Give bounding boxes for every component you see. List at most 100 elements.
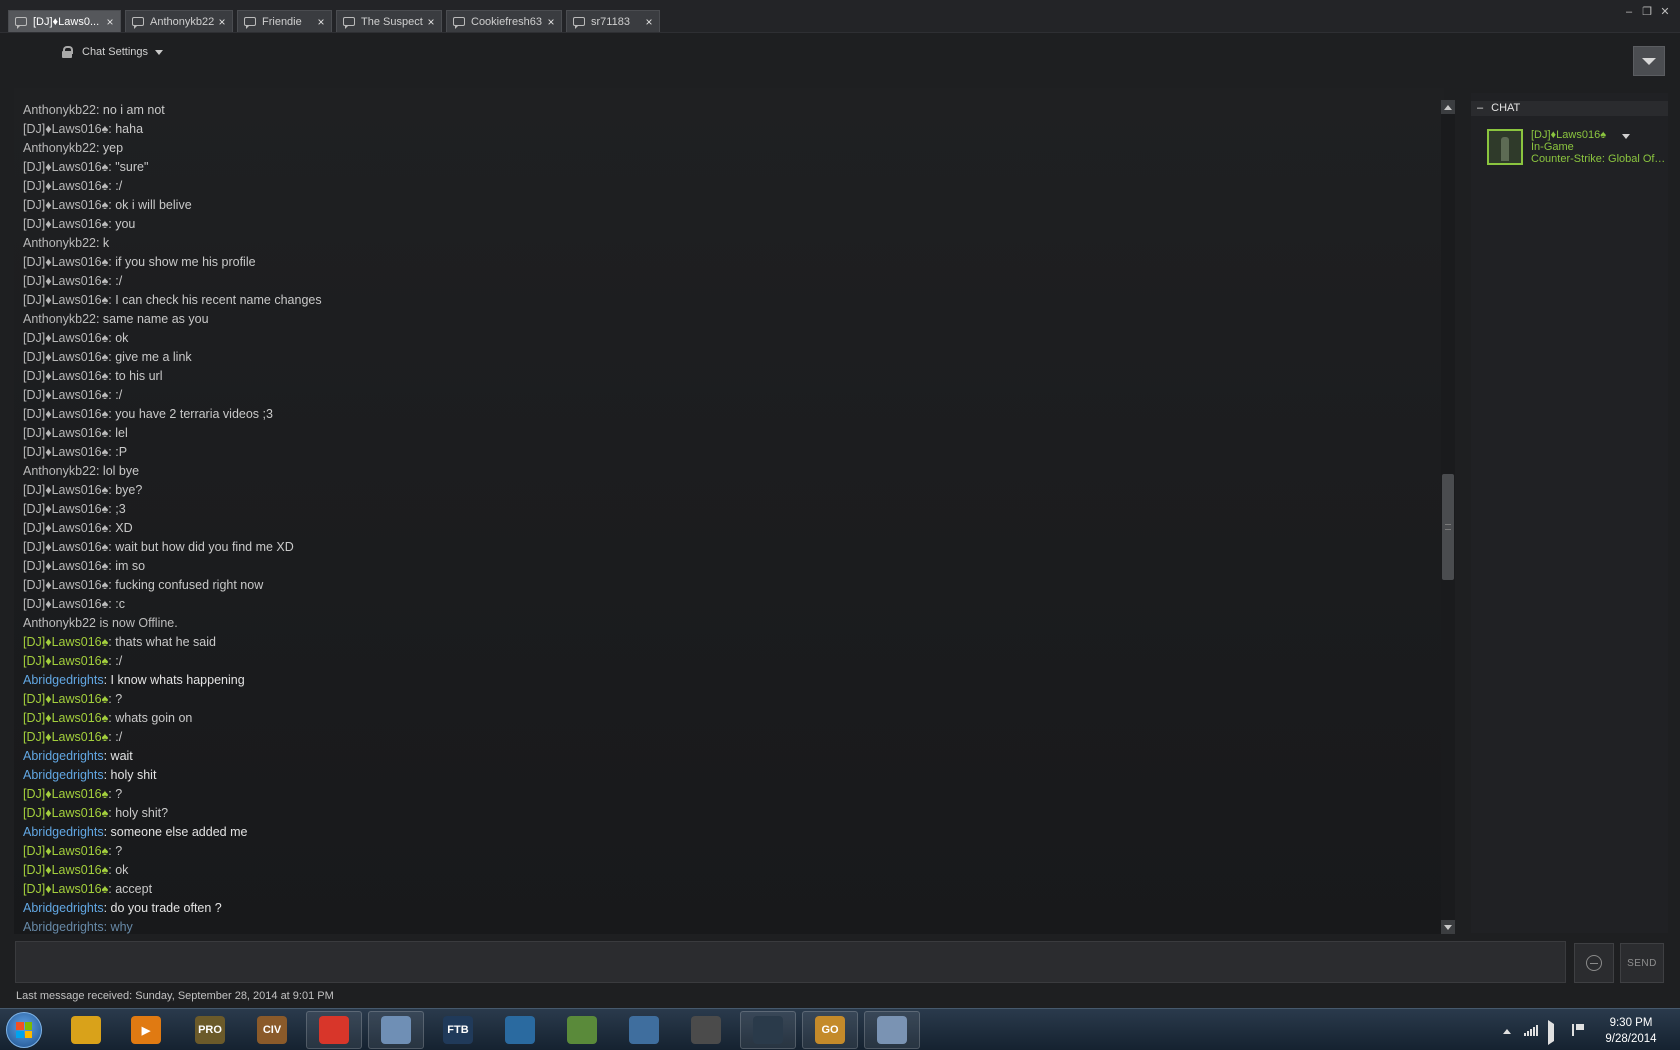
message-sender[interactable]: [DJ]♦Laws016♠: [23, 350, 108, 364]
message-sender[interactable]: [DJ]♦Laws016♠: [23, 483, 108, 497]
message-sender[interactable]: [DJ]♦Laws016♠: [23, 882, 108, 896]
minimize-icon[interactable]: –: [1622, 5, 1636, 19]
message-sender[interactable]: Anthonykb22: [23, 103, 96, 117]
message-sender[interactable]: [DJ]♦Laws016♠: [23, 521, 108, 535]
message-sender[interactable]: Anthonykb22: [23, 141, 96, 155]
message-sender[interactable]: Abridgedrights: [23, 768, 104, 782]
chat-section-header[interactable]: – CHAT: [1471, 101, 1668, 116]
tab-djlaws[interactable]: [DJ]♦Laws0... ×: [8, 10, 121, 32]
scroll-up-button[interactable]: [1441, 100, 1455, 114]
message-sender[interactable]: [DJ]♦Laws016♠: [23, 730, 108, 744]
tab-sr71183[interactable]: sr71183 ×: [566, 10, 660, 32]
message-sender[interactable]: [DJ]♦Laws016♠: [23, 711, 108, 725]
message-sender[interactable]: Abridgedrights: [23, 920, 104, 934]
tab-anthonykb22[interactable]: Anthonykb22 ×: [125, 10, 233, 32]
action-center-flag-icon[interactable]: [1572, 1024, 1586, 1036]
scroll-down-button[interactable]: [1441, 920, 1455, 934]
taskbar-csgo-button[interactable]: GO: [802, 1011, 858, 1049]
message-sender[interactable]: [DJ]♦Laws016♠: [23, 122, 108, 136]
message-sender[interactable]: [DJ]♦Laws016♠: [23, 426, 108, 440]
message-sender[interactable]: Anthonykb22: [23, 312, 96, 326]
message-sender[interactable]: [DJ]♦Laws016♠: [23, 179, 108, 193]
message-sender[interactable]: [DJ]♦Laws016♠: [23, 787, 108, 801]
message-sender[interactable]: Abridgedrights: [23, 825, 104, 839]
tab-close-icon[interactable]: ×: [424, 15, 438, 29]
start-button[interactable]: [6, 1012, 42, 1048]
chat-settings-button[interactable]: Chat Settings: [62, 42, 164, 62]
taskbar-notepad-button[interactable]: [368, 1011, 424, 1049]
scroll-thumb[interactable]: [1442, 474, 1454, 580]
taskbar-explorer-button[interactable]: [58, 1011, 114, 1049]
friend-entry[interactable]: [DJ]♦Laws016♠ In-Game Counter-Strike: Gl…: [1487, 129, 1667, 169]
restore-icon[interactable]: ❐: [1640, 5, 1654, 19]
message-sender[interactable]: Anthonykb22: [23, 464, 96, 478]
tab-close-icon[interactable]: ×: [314, 15, 328, 29]
taskbar-movie-maker-button[interactable]: [678, 1011, 734, 1049]
system-clock[interactable]: 9:30 PM 9/28/2014: [1596, 1015, 1666, 1047]
emoticon-button[interactable]: [1574, 943, 1614, 983]
taskbar-paint-button[interactable]: [616, 1011, 672, 1049]
message-sender[interactable]: [DJ]♦Laws016♠: [23, 255, 108, 269]
message-sender[interactable]: [DJ]♦Laws016♠: [23, 293, 108, 307]
taskbar-ftb-button[interactable]: FTB: [430, 1011, 486, 1049]
message-sender[interactable]: [DJ]♦Laws016♠: [23, 863, 108, 877]
tab-cookiefresh63[interactable]: Cookiefresh63 ×: [446, 10, 562, 32]
message-sender[interactable]: [DJ]♦Laws016♠: [23, 597, 108, 611]
options-dropdown-button[interactable]: [1633, 46, 1665, 76]
close-icon[interactable]: ✕: [1658, 5, 1672, 19]
taskbar-pro-app-button[interactable]: PRO: [182, 1011, 238, 1049]
chat-message: [DJ]♦Laws016♠: bye?: [23, 481, 142, 500]
tab-close-icon[interactable]: ×: [103, 15, 117, 29]
chat-bubble-icon: [244, 17, 256, 29]
tab-close-icon[interactable]: ×: [642, 15, 656, 29]
show-hidden-icons-icon[interactable]: [1503, 1029, 1511, 1034]
message-sender[interactable]: [DJ]♦Laws016♠: [23, 540, 108, 554]
message-sender[interactable]: [DJ]♦Laws016♠: [23, 407, 108, 421]
message-sender[interactable]: [DJ]♦Laws016♠: [23, 502, 108, 516]
message-sender[interactable]: [DJ]♦Laws016♠: [23, 445, 108, 459]
message-sender[interactable]: Abridgedrights: [23, 673, 104, 687]
avatar[interactable]: [1487, 129, 1523, 165]
message-sender[interactable]: [DJ]♦Laws016♠: [23, 198, 108, 212]
taskbar-tree-app-button[interactable]: [492, 1011, 548, 1049]
tab-close-icon[interactable]: ×: [544, 15, 558, 29]
message-sender[interactable]: [DJ]♦Laws016♠: [23, 635, 108, 649]
send-button[interactable]: SEND: [1620, 943, 1664, 983]
chat-scrollbar[interactable]: [1441, 100, 1455, 934]
message-text: : ok: [108, 331, 129, 345]
message-sender[interactable]: Anthonykb22: [23, 236, 96, 250]
volume-icon[interactable]: [1548, 1020, 1562, 1045]
taskbar-steam-button[interactable]: [740, 1011, 796, 1049]
collapse-icon[interactable]: –: [1477, 102, 1483, 114]
message-sender[interactable]: [DJ]♦Laws016♠: [23, 559, 108, 573]
message-sender[interactable]: [DJ]♦Laws016♠: [23, 578, 108, 592]
message-sender[interactable]: [DJ]♦Laws016♠: [23, 274, 108, 288]
tab-close-icon[interactable]: ×: [215, 15, 229, 29]
message-input[interactable]: [15, 941, 1566, 983]
chat-message: [DJ]♦Laws016♠: ?: [23, 690, 122, 709]
message-sender[interactable]: Abridgedrights: [23, 749, 104, 763]
message-sender[interactable]: Abridgedrights: [23, 901, 104, 915]
taskbar-chrome-button[interactable]: [306, 1011, 362, 1049]
taskbar-civ-button[interactable]: CIV: [244, 1011, 300, 1049]
chevron-down-icon[interactable]: [1622, 134, 1630, 139]
taskbar-media-player-button[interactable]: ▶: [118, 1011, 174, 1049]
message-sender[interactable]: [DJ]♦Laws016♠: [23, 806, 108, 820]
tab-friendie[interactable]: Friendie ×: [237, 10, 332, 32]
taskbar-calculator-button[interactable]: [864, 1011, 920, 1049]
tab-the-suspect[interactable]: The Suspect ×: [336, 10, 442, 32]
chat-message: [DJ]♦Laws016♠: haha: [23, 120, 143, 139]
message-sender[interactable]: [DJ]♦Laws016♠: [23, 388, 108, 402]
network-icon[interactable]: [1524, 1024, 1538, 1036]
message-sender[interactable]: [DJ]♦Laws016♠: [23, 369, 108, 383]
chat-message: [DJ]♦Laws016♠: accept: [23, 880, 152, 899]
message-sender[interactable]: [DJ]♦Laws016♠: [23, 844, 108, 858]
message-sender[interactable]: [DJ]♦Laws016♠: [23, 654, 108, 668]
chat-log[interactable]: Anthonykb22: no i am not [DJ]♦Laws016♠: h…: [14, 88, 1444, 934]
message-sender[interactable]: [DJ]♦Laws016♠: [23, 331, 108, 345]
taskbar-minecraft-button[interactable]: [554, 1011, 610, 1049]
message-sender[interactable]: [DJ]♦Laws016♠: [23, 160, 108, 174]
message-sender[interactable]: [DJ]♦Laws016♠: [23, 217, 108, 231]
chat-message: [DJ]♦Laws016♠: I can check his recent na…: [23, 291, 322, 310]
message-sender[interactable]: [DJ]♦Laws016♠: [23, 692, 108, 706]
